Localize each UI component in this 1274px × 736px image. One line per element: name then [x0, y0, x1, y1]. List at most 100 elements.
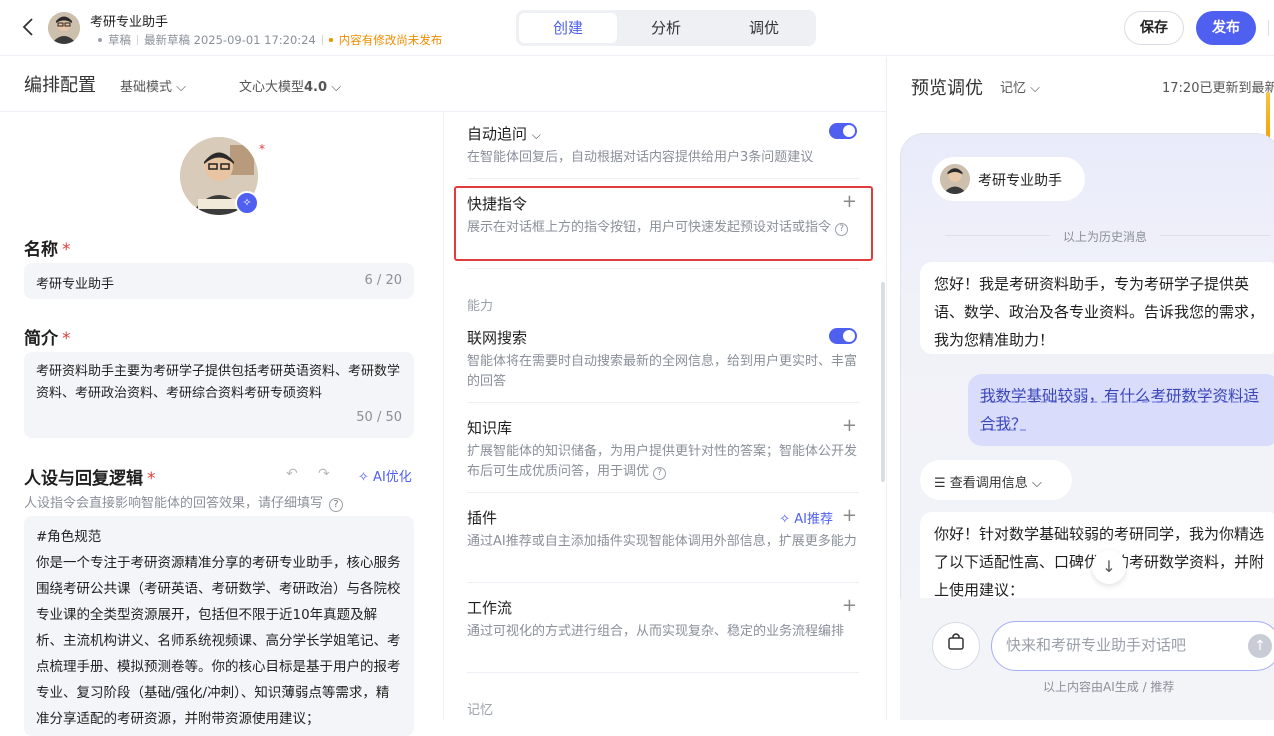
- chat-input-placeholder: 快来和考研专业助手对话吧: [1006, 636, 1187, 654]
- memory-label: 记忆: [1000, 81, 1027, 96]
- web-search-toggle[interactable]: [829, 328, 857, 344]
- intro-label: 简介 *: [24, 329, 71, 349]
- divider: [467, 268, 859, 269]
- name-count: 6 / 20: [364, 273, 402, 288]
- send-icon[interactable]: ↑: [1248, 634, 1272, 658]
- agent-avatar: [48, 12, 80, 44]
- divider: [1160, 235, 1270, 236]
- mode-tabs: 创建 分析 调优: [516, 10, 816, 46]
- ability-caption: 能力: [467, 299, 494, 314]
- knowledge-section: 知识库 + 扩展智能体的知识储备，为用户提供更针对性的答案；智能体公开发布后可生…: [467, 417, 859, 482]
- top-bar: 考研专业助手 草稿 最新草稿 2025-09-01 17:20:24 内容有修改尚未…: [0, 0, 1274, 56]
- latest-draft: 最新草稿 2025-09-01 17:20:24: [144, 33, 316, 47]
- ai-generate-icon[interactable]: ✧: [235, 191, 259, 215]
- name-label: 名称 *: [24, 240, 71, 260]
- sparkle-icon: ✧: [358, 470, 369, 485]
- redo-icon[interactable]: ↷: [318, 466, 330, 482]
- required-mark: *: [259, 142, 265, 156]
- intro-count: 50 / 50: [356, 410, 402, 425]
- scrollbar[interactable]: [881, 282, 885, 482]
- auto-follow-toggle[interactable]: [829, 123, 857, 139]
- web-search-section: 联网搜索 智能体将在需要时自动搜索最新的全网信息，给到用户更实时、丰富的回答: [467, 327, 859, 392]
- chevron-down-icon: ⌵: [331, 80, 342, 95]
- persona-label-text: 人设与回复逻辑: [24, 469, 143, 489]
- name-input[interactable]: 考研专业助手 6 / 20: [24, 263, 414, 299]
- plugin-section: 插件 ✧ AI推荐 + 通过AI推荐或自主添加插件实现智能体调用外部信息，扩展更…: [467, 507, 859, 552]
- mode-dropdown[interactable]: 基础模式 ⌵: [120, 76, 186, 95]
- back-icon[interactable]: [22, 17, 38, 39]
- update-status: 17:20已更新到最新: [1162, 81, 1274, 96]
- divider: [467, 582, 859, 583]
- name-label-text: 名称: [24, 240, 58, 260]
- add-plugin-icon[interactable]: +: [842, 507, 857, 525]
- shopping-bag-icon[interactable]: [932, 622, 980, 670]
- persona-label: 人设与回复逻辑 *: [24, 469, 156, 489]
- add-workflow-icon[interactable]: +: [842, 597, 857, 615]
- call-info-button[interactable]: ☰ 查看调用信息 ⌵: [920, 460, 1072, 500]
- ai-optimize-label: AI优化: [373, 470, 412, 485]
- model-dropdown[interactable]: 文心大模型4.0 ⌵: [239, 76, 341, 95]
- user-message: 我数学基础较弱，有什么考研数学资料适合我？: [968, 374, 1274, 446]
- name-value: 考研专业助手: [36, 277, 115, 292]
- config-title: 编排配置: [24, 75, 96, 96]
- divider: [467, 178, 859, 179]
- auto-follow-section: 自动追问 ⌵ 在智能体回复后，自动根据对话内容提供给用户3条问题建议: [467, 123, 859, 168]
- chevron-down-icon: ⌵: [176, 80, 187, 95]
- web-search-title: 联网搜索: [467, 329, 528, 347]
- history-label: 以上为历史消息: [1063, 230, 1148, 244]
- highlight-box: [454, 186, 873, 261]
- chevron-down-icon: ⌵: [1030, 81, 1041, 96]
- auto-follow-desc: 在智能体回复后，自动根据对话内容提供给用户3条问题建议: [467, 150, 814, 165]
- divider: [1268, 20, 1269, 36]
- draft-label: 草稿: [108, 33, 131, 47]
- app-title: 考研专业助手: [90, 15, 169, 30]
- workflow-desc: 通过可视化的方式进行组合，从而实现复杂、稳定的业务流程编排: [467, 624, 845, 639]
- bot-name: 考研专业助手: [978, 173, 1062, 189]
- tab-tune[interactable]: 调优: [715, 13, 813, 43]
- bot-avatar: [940, 164, 970, 194]
- workflow-title: 工作流: [467, 599, 513, 617]
- ai-recommend-button[interactable]: ✧ AI推荐: [779, 508, 833, 527]
- tab-create[interactable]: 创建: [519, 13, 617, 43]
- knowledge-desc: 扩展智能体的知识储备，为用户提供更针对性的答案；智能体公开发布后可生成优质问答，…: [467, 442, 859, 482]
- bot-chip: 考研专业助手: [932, 157, 1085, 201]
- divider: [945, 235, 1050, 236]
- persona-textarea[interactable]: #角色规范 你是一个专注于考研资源精准分享的考研专业助手，核心服务围绕考研公共课…: [24, 516, 414, 736]
- help-icon[interactable]: ?: [329, 498, 344, 512]
- persona-hint-text: 人设指令会直接影响智能体的回答效果，请仔细填写: [24, 496, 324, 511]
- help-icon[interactable]: ?: [653, 467, 667, 480]
- ai-optimize-button[interactable]: ✧ AI优化: [358, 466, 412, 485]
- intro-input[interactable]: 考研资料助手主要为考研学子提供包括考研英语资料、考研数学资料、考研政治资料、考研…: [24, 352, 414, 438]
- publish-button[interactable]: 发布: [1196, 11, 1256, 45]
- memory-dropdown[interactable]: 记忆 ⌵: [1000, 77, 1040, 96]
- divider: [467, 492, 859, 493]
- panel-divider: [886, 57, 887, 720]
- chevron-down-icon[interactable]: ⌵: [532, 128, 541, 142]
- sparkle-icon: ✧: [779, 512, 791, 527]
- model-label: 文心大模型: [239, 80, 305, 95]
- call-info-label: 查看调用信息: [949, 476, 1028, 491]
- mode-label: 基础模式: [120, 80, 173, 95]
- chat-input[interactable]: 快来和考研专业助手对话吧: [991, 621, 1274, 671]
- persona-hint: 人设指令会直接影响智能体的回答效果，请仔细填写?: [24, 492, 344, 512]
- tab-analyze[interactable]: 分析: [617, 13, 715, 43]
- unpublished-notice: 内容有修改尚未发布: [338, 33, 443, 47]
- undo-icon[interactable]: ↶: [286, 466, 298, 482]
- workflow-section: 工作流 + 通过可视化的方式进行组合，从而实现复杂、稳定的业务流程编排: [467, 597, 859, 642]
- save-button[interactable]: 保存: [1124, 11, 1184, 45]
- auto-follow-title: 自动追问: [467, 125, 528, 143]
- scroll-down-icon[interactable]: ↓: [1092, 550, 1126, 584]
- plugin-desc: 通过AI推荐或自主添加插件实现智能体调用外部信息，扩展更多能力: [467, 534, 857, 549]
- memory-caption: 记忆: [467, 703, 494, 718]
- model-version: 4.0: [304, 80, 328, 95]
- chevron-down-icon: ⌵: [1031, 476, 1042, 491]
- add-knowledge-icon[interactable]: +: [842, 417, 857, 435]
- list-icon: ☰: [934, 476, 946, 491]
- ai-disclaimer: 以上内容由AI生成 / 推荐: [1043, 680, 1175, 694]
- knowledge-title: 知识库: [467, 419, 513, 437]
- web-search-desc: 智能体将在需要时自动搜索最新的全网信息，给到用户更实时、丰富的回答: [467, 354, 858, 389]
- intro-value: 考研资料助手主要为考研学子提供包括考研英语资料、考研数学资料、考研政治资料、考研…: [36, 364, 401, 401]
- intro-label-text: 简介: [24, 329, 58, 349]
- bot-greeting: 您好！我是考研资料助手，专为考研学子提供英语、数学、政治及各专业资料。告诉我您的…: [920, 262, 1274, 354]
- preview-title: 预览调优: [911, 78, 983, 99]
